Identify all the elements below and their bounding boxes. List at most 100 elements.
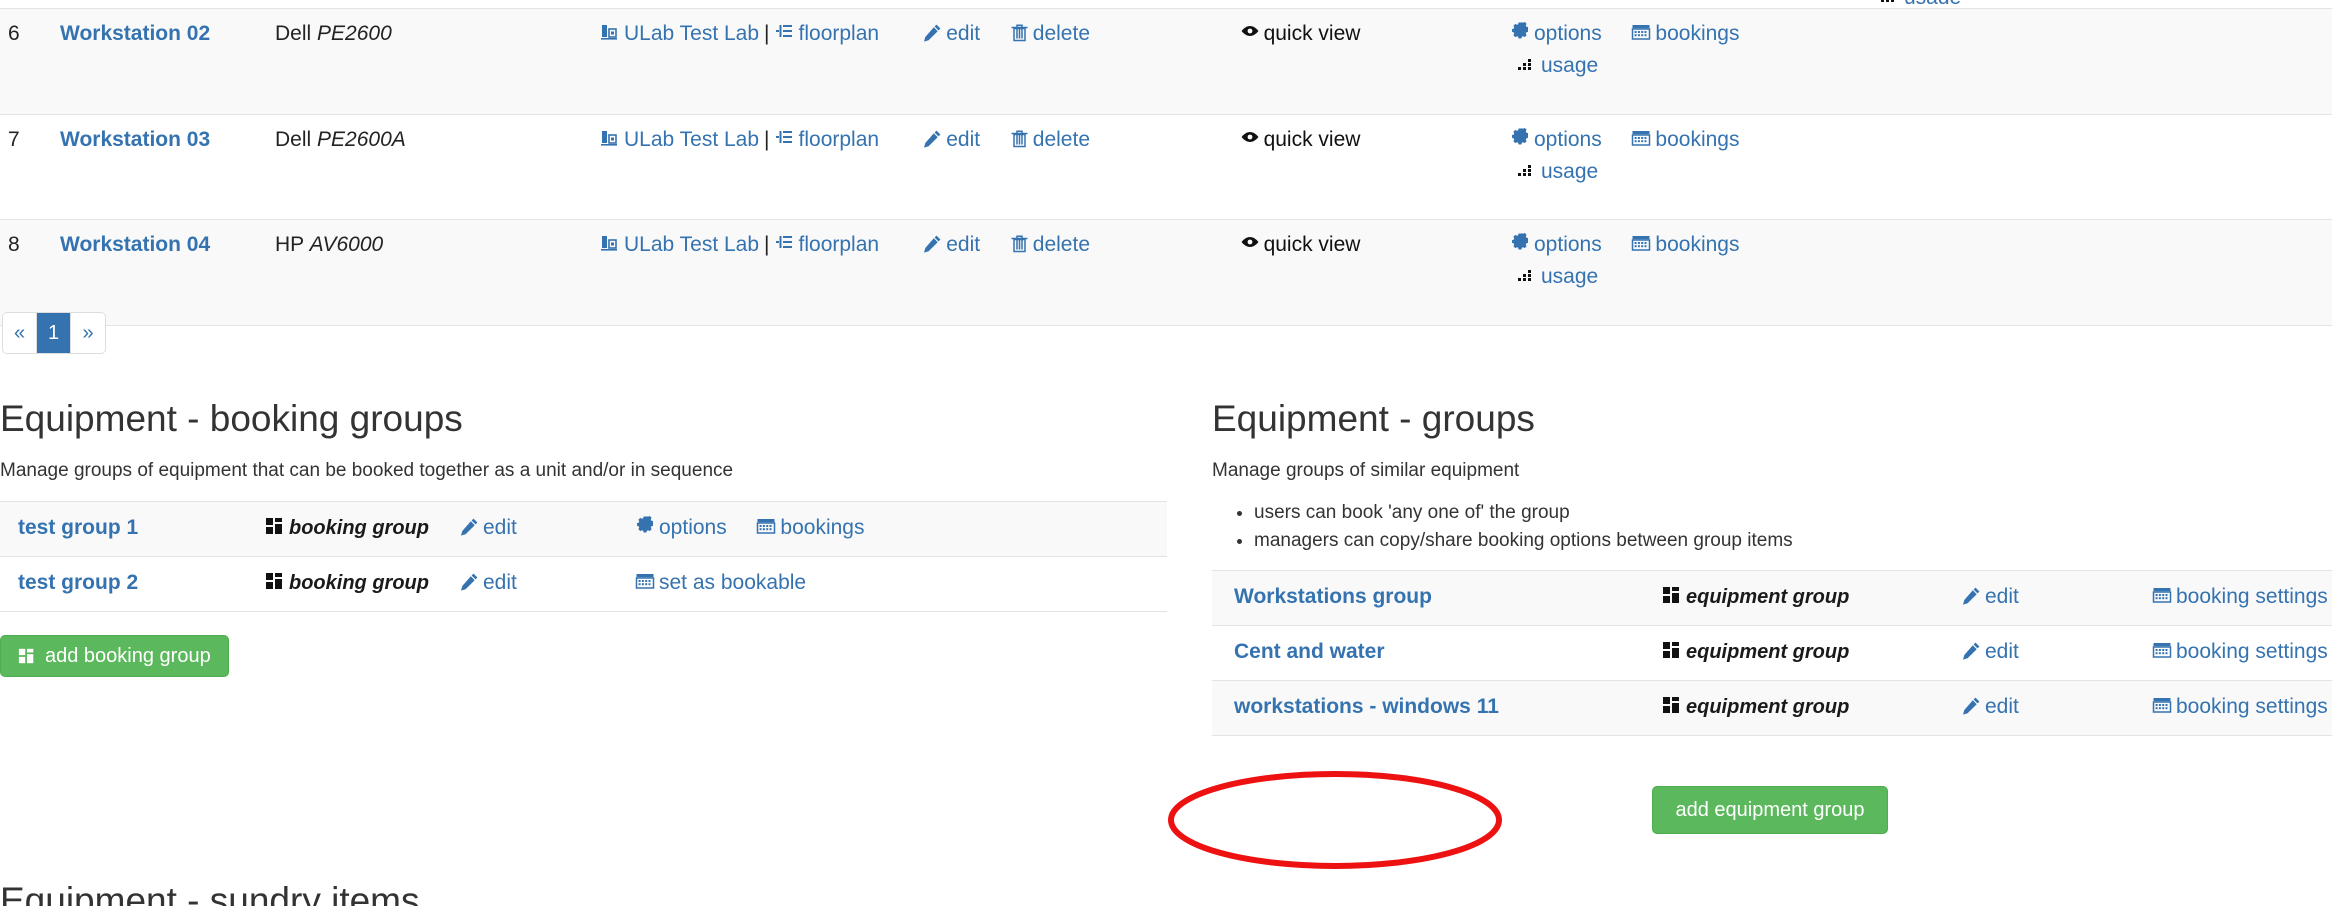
edit-link[interactable]: edit bbox=[483, 516, 517, 539]
options-link[interactable]: options bbox=[659, 516, 727, 539]
booking-group-type: booking group bbox=[289, 517, 429, 539]
calendar-icon bbox=[635, 571, 655, 591]
table-row: Workstations group equipment group edit bbox=[1212, 571, 2332, 626]
equipment-row-actions: edit delete bbox=[870, 114, 1090, 220]
add-booking-group-label: add booking group bbox=[45, 646, 211, 666]
equipment-groups-table: Workstations group equipment group edit bbox=[1212, 570, 2332, 736]
equipment-group-type-cell: equipment group bbox=[1662, 681, 1962, 736]
model-brand: HP bbox=[275, 233, 304, 256]
equipment-location-cell: ULab Test Lab| floorplan bbox=[490, 114, 870, 220]
equipment-options-cell: options bookings bbox=[1510, 220, 1810, 326]
pagination[interactable]: « 1 » bbox=[2, 312, 106, 354]
equipment-name-link[interactable]: Workstation 03 bbox=[60, 128, 210, 151]
edit-link[interactable]: edit bbox=[946, 22, 980, 45]
equipment-name-link[interactable]: Workstation 02 bbox=[60, 22, 210, 45]
bookings-link[interactable]: bookings bbox=[1655, 128, 1739, 151]
quick-view-link[interactable]: quick view bbox=[1264, 128, 1361, 151]
delete-link[interactable]: delete bbox=[1033, 233, 1090, 256]
booking-settings-link[interactable]: booking settings bbox=[2176, 695, 2328, 718]
add-equipment-group-button[interactable]: add equipment group bbox=[1652, 786, 1887, 834]
booking-settings-link[interactable]: booking settings bbox=[2176, 585, 2328, 608]
pagination-page-1[interactable]: 1 bbox=[37, 313, 71, 353]
pagination-prev[interactable]: « bbox=[3, 313, 37, 353]
options-link[interactable]: options bbox=[1534, 128, 1602, 151]
usage-link[interactable]: usage bbox=[1541, 265, 1598, 288]
equipment-name-cell: Workstation 02 bbox=[60, 9, 275, 115]
equipment-options-cell: options bookings bbox=[1510, 9, 1810, 115]
grid-icon bbox=[265, 571, 285, 591]
location-icon bbox=[600, 22, 620, 42]
pencil-icon bbox=[460, 517, 479, 536]
usage-link[interactable]: usage bbox=[1541, 54, 1598, 77]
usage-icon bbox=[1880, 0, 1900, 4]
equipment-group-name-link[interactable]: Cent and water bbox=[1234, 640, 1385, 663]
edit-link[interactable]: edit bbox=[1985, 585, 2019, 608]
options-link[interactable]: options bbox=[1534, 233, 1602, 256]
booking-group-type: booking group bbox=[289, 572, 429, 594]
location-link[interactable]: ULab Test Lab bbox=[624, 233, 759, 256]
booking-group-name-link[interactable]: test group 2 bbox=[18, 571, 138, 594]
booking-settings-link[interactable]: booking settings bbox=[2176, 640, 2328, 663]
trash-icon bbox=[1010, 234, 1029, 253]
floorplan-icon bbox=[775, 233, 795, 253]
bookings-link[interactable]: bookings bbox=[780, 516, 864, 539]
calendar-icon bbox=[756, 516, 776, 536]
equipment-group-edit-cell: edit bbox=[1962, 681, 2152, 736]
quick-view-link[interactable]: quick view bbox=[1264, 22, 1361, 45]
equipment-name-link[interactable]: Workstation 04 bbox=[60, 233, 210, 256]
floorplan-link[interactable]: floorplan bbox=[799, 22, 880, 45]
equipment-group-name-cell: Cent and water bbox=[1212, 626, 1662, 681]
set-as-bookable-link[interactable]: set as bookable bbox=[659, 571, 806, 594]
row-index: 8 bbox=[0, 220, 60, 326]
delete-link[interactable]: delete bbox=[1033, 128, 1090, 151]
edit-link[interactable]: edit bbox=[1985, 640, 2019, 663]
gear-icon bbox=[1510, 128, 1530, 148]
pagination-next[interactable]: » bbox=[71, 313, 105, 353]
usage-link[interactable]: usage bbox=[1541, 160, 1598, 183]
booking-group-name-link[interactable]: test group 1 bbox=[18, 516, 138, 539]
edit-link[interactable]: edit bbox=[1985, 695, 2019, 718]
table-row: test group 1 booking group edit bbox=[0, 502, 1167, 557]
location-icon bbox=[600, 233, 620, 253]
equipment-group-settings-cell: booking settings bbox=[2152, 571, 2332, 626]
quick-view-link[interactable]: quick view bbox=[1264, 233, 1361, 256]
equipment-row-actions: edit delete bbox=[870, 9, 1090, 115]
table-row: 6 Workstation 02 Dell PE2600 bbox=[0, 9, 2332, 115]
quick-view-cell: quick view bbox=[1090, 220, 1510, 326]
equipment-group-name-link[interactable]: workstations - windows 11 bbox=[1234, 695, 1499, 718]
row-spacer bbox=[1810, 9, 2332, 115]
location-link[interactable]: ULab Test Lab bbox=[624, 22, 759, 45]
bookings-link[interactable]: bookings bbox=[1655, 233, 1739, 256]
bookings-link[interactable]: bookings bbox=[1655, 22, 1739, 45]
calendar-icon bbox=[2152, 695, 2172, 715]
usage-icon bbox=[1517, 265, 1537, 285]
equipment-location-cell: ULab Test Lab| floorplan bbox=[490, 220, 870, 326]
equipment-groups-title: Equipment - groups bbox=[1212, 398, 2332, 440]
equipment-model-cell: Dell PE2600 bbox=[275, 9, 490, 115]
edit-link[interactable]: edit bbox=[946, 128, 980, 151]
gear-icon bbox=[635, 516, 655, 536]
options-link[interactable]: options bbox=[1534, 22, 1602, 45]
usage-link[interactable]: usage bbox=[1904, 0, 1961, 4]
floorplan-link[interactable]: floorplan bbox=[799, 233, 880, 256]
equipment-group-name-cell: Workstations group bbox=[1212, 571, 1662, 626]
edit-link[interactable]: edit bbox=[483, 571, 517, 594]
model-id: PE2600 bbox=[317, 22, 392, 45]
add-booking-group-button[interactable]: add booking group bbox=[0, 635, 229, 677]
delete-link[interactable]: delete bbox=[1033, 22, 1090, 45]
gear-icon bbox=[1510, 233, 1530, 253]
grid-icon bbox=[1662, 695, 1682, 715]
equipment-group-name-link[interactable]: Workstations group bbox=[1234, 585, 1432, 608]
equipment-group-settings-cell: booking settings bbox=[2152, 626, 2332, 681]
equipment-groups-section: Equipment - groups Manage groups of simi… bbox=[1212, 398, 2332, 736]
table-row: Cent and water equipment group edit bbox=[1212, 626, 2332, 681]
equipment-groups-description: Manage groups of similar equipment bbox=[1212, 460, 2332, 482]
calendar-icon bbox=[1631, 233, 1651, 253]
calendar-icon bbox=[1631, 128, 1651, 148]
list-item: managers can copy/share booking options … bbox=[1254, 530, 2332, 552]
floorplan-link[interactable]: floorplan bbox=[799, 128, 880, 151]
location-separator: | bbox=[759, 233, 774, 256]
edit-link[interactable]: edit bbox=[946, 233, 980, 256]
location-link[interactable]: ULab Test Lab bbox=[624, 128, 759, 151]
equipment-name-cell: Workstation 04 bbox=[60, 220, 275, 326]
